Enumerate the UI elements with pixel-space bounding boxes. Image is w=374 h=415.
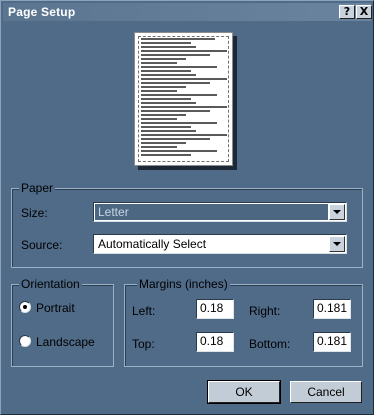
page-preview	[134, 32, 233, 166]
paper-size-select[interactable]: Letter	[93, 202, 347, 222]
close-button[interactable]: X	[356, 5, 372, 19]
margin-left-input[interactable]: 0.18	[196, 299, 234, 319]
chevron-down-icon[interactable]	[329, 236, 345, 252]
paper-size-label: Size:	[21, 206, 48, 220]
preview-margin-outline	[138, 36, 229, 162]
help-button[interactable]: ?	[339, 5, 355, 19]
preview-text-lines	[141, 38, 227, 158]
margin-right-label: Right:	[249, 304, 281, 318]
paper-group-label: Paper	[19, 181, 56, 195]
page-setup-dialog: Page Setup ? X Paper Size: Letter Source…	[0, 0, 374, 415]
close-icon: X	[359, 5, 369, 18]
dialog-title: Page Setup	[8, 5, 76, 19]
margin-right-input[interactable]: 0.181	[313, 299, 351, 319]
margin-bottom-label: Bottom:	[249, 337, 291, 351]
landscape-radio[interactable]	[19, 335, 31, 347]
paper-group: Paper	[11, 181, 363, 268]
margin-top-input[interactable]: 0.18	[196, 332, 234, 352]
question-mark-icon: ?	[343, 5, 351, 18]
margin-left-label: Left:	[132, 304, 156, 318]
portrait-label[interactable]: Portrait	[36, 301, 75, 315]
orientation-group-label: Orientation	[19, 277, 82, 291]
margin-top-label: Top:	[132, 337, 155, 351]
paper-source-label: Source:	[21, 238, 63, 252]
title-bar[interactable]: Page Setup ? X	[3, 3, 372, 21]
portrait-radio[interactable]	[19, 301, 31, 313]
radio-selected-dot	[23, 305, 27, 309]
margins-group-label: Margins (inches)	[137, 277, 230, 291]
paper-source-value: Automatically Select	[98, 237, 207, 251]
ok-button[interactable]: OK	[207, 380, 281, 404]
orientation-group: Orientation	[11, 277, 114, 367]
cancel-button[interactable]: Cancel	[290, 381, 362, 403]
landscape-label[interactable]: Landscape	[36, 335, 95, 349]
paper-size-value: Letter	[95, 204, 328, 220]
margins-group: Margins (inches)	[124, 277, 363, 367]
paper-source-select[interactable]: Automatically Select	[93, 234, 347, 254]
margin-bottom-input[interactable]: 0.181	[313, 332, 351, 352]
chevron-down-icon[interactable]	[329, 204, 345, 220]
